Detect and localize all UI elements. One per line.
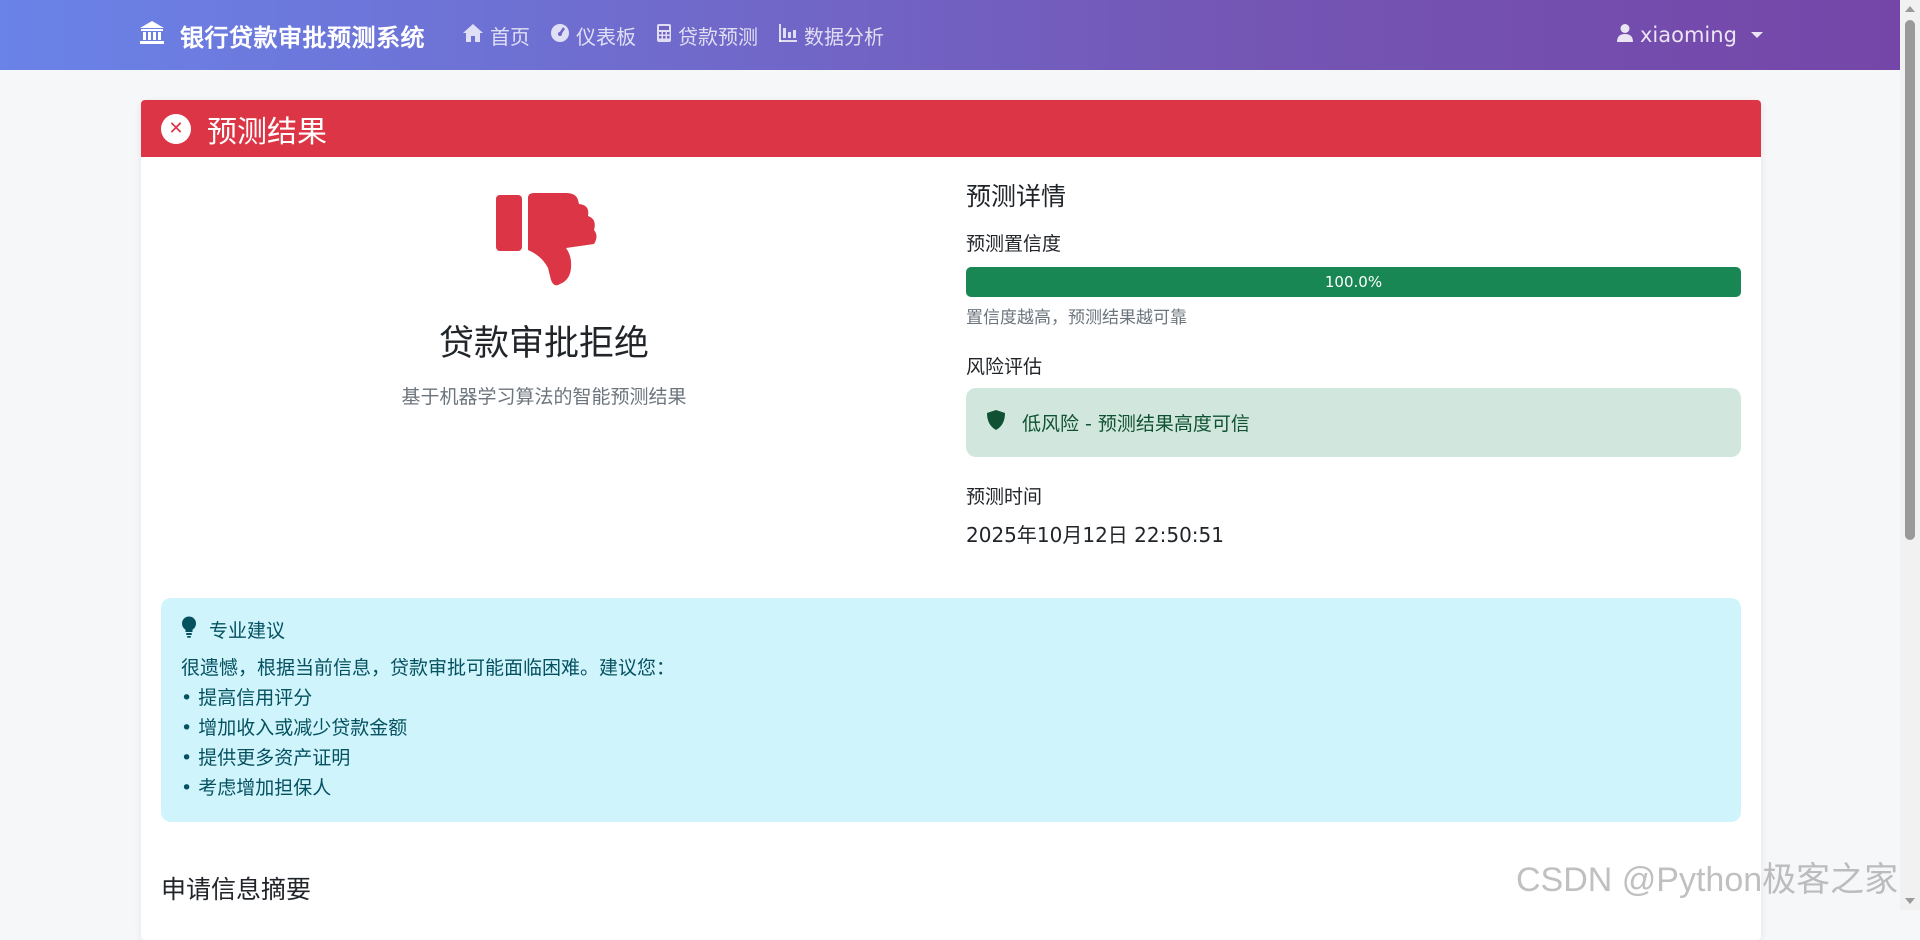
brand[interactable]: 银行贷款审批预测系统: [138, 0, 425, 70]
decision-title: 贷款审批拒绝: [438, 324, 649, 364]
calculator-icon: [656, 23, 672, 48]
advice-item: • 考虑增加担保人: [181, 777, 332, 799]
card-header: ✕ 预测结果: [141, 100, 1761, 157]
nav-links: 首页 仪表板 贷款预测 数据分析: [462, 0, 884, 70]
advice-item: • 提供更多资产证明: [181, 747, 351, 769]
confidence-label: 预测置信度: [966, 233, 1062, 255]
nav-dashboard[interactable]: 仪表板: [550, 21, 636, 50]
decision-subtitle: 基于机器学习算法的智能预测结果: [401, 386, 687, 408]
nav-dashboard-label: 仪表板: [576, 24, 636, 49]
advice-intro: 很遗憾，根据当前信息，贷款审批可能面临困难。建议您：: [181, 657, 676, 679]
bank-icon: [138, 18, 166, 52]
advice-alert: 专业建议 很遗憾，根据当前信息，贷款审批可能面临困难。建议您： • 提高信用评分…: [161, 598, 1741, 822]
confidence-progress-bar: 100.0%: [966, 267, 1741, 297]
watermark: CSDN @Python极客之家: [1516, 861, 1899, 899]
nav-loan-predict-label: 贷款预测: [678, 24, 758, 49]
time-value: 2025年10月12日 22:50:51: [966, 523, 1224, 547]
decision-panel: 贷款审批拒绝 基于机器学习算法的智能预测结果: [141, 157, 947, 577]
navbar: 银行贷款审批预测系统 首页 仪表板 贷款预测 数据分析 xiaoming: [0, 0, 1900, 70]
risk-label: 风险评估: [966, 356, 1043, 378]
advice-title: 专业建议: [209, 620, 286, 642]
time-label: 预测时间: [966, 486, 1043, 508]
brand-title: 银行贷款审批预测系统: [180, 23, 425, 52]
confidence-progress-fill: 100.0%: [966, 267, 1741, 297]
nav-home-label: 首页: [490, 24, 530, 49]
username: xiaoming: [1640, 23, 1737, 47]
nav-data-analysis-label: 数据分析: [804, 24, 884, 49]
lightbulb-icon: [181, 616, 197, 643]
shield-icon: [986, 409, 1006, 436]
thumbs-down-icon: [496, 192, 598, 292]
advice-item: • 提高信用评分: [181, 687, 313, 709]
details-title: 预测详情: [966, 182, 1067, 211]
dashboard-icon: [550, 23, 570, 48]
home-icon: [462, 23, 484, 48]
scroll-down-icon[interactable]: [1905, 898, 1915, 904]
close-circle-icon: ✕: [161, 113, 191, 144]
user-menu[interactable]: xiaoming: [1616, 0, 1763, 70]
advice-item: • 增加收入或减少贷款金额: [181, 717, 408, 739]
prediction-result-card: ✕ 预测结果 贷款审批拒绝 基于机器学习算法的智能预测结果 预测详情 预测置信度…: [141, 100, 1761, 940]
scroll-thumb[interactable]: [1905, 20, 1915, 540]
page-scrollbar[interactable]: [1900, 0, 1920, 910]
application-summary-title: 申请信息摘要: [161, 875, 312, 904]
risk-text: 低风险 - 预测结果高度可信: [1022, 413, 1250, 435]
confidence-hint: 置信度越高，预测结果越可靠: [966, 308, 1187, 328]
chart-icon: [778, 23, 798, 48]
caret-down-icon: [1750, 32, 1763, 38]
advice-header: 专业建议: [181, 616, 1721, 643]
nav-data-analysis[interactable]: 数据分析: [778, 21, 884, 50]
nav-home[interactable]: 首页: [462, 21, 530, 50]
risk-alert: 低风险 - 预测结果高度可信: [966, 388, 1741, 457]
nav-loan-predict[interactable]: 贷款预测: [656, 21, 758, 50]
user-icon: [1616, 23, 1634, 48]
card-header-title: 预测结果: [207, 114, 327, 150]
scroll-up-icon[interactable]: [1905, 6, 1915, 12]
